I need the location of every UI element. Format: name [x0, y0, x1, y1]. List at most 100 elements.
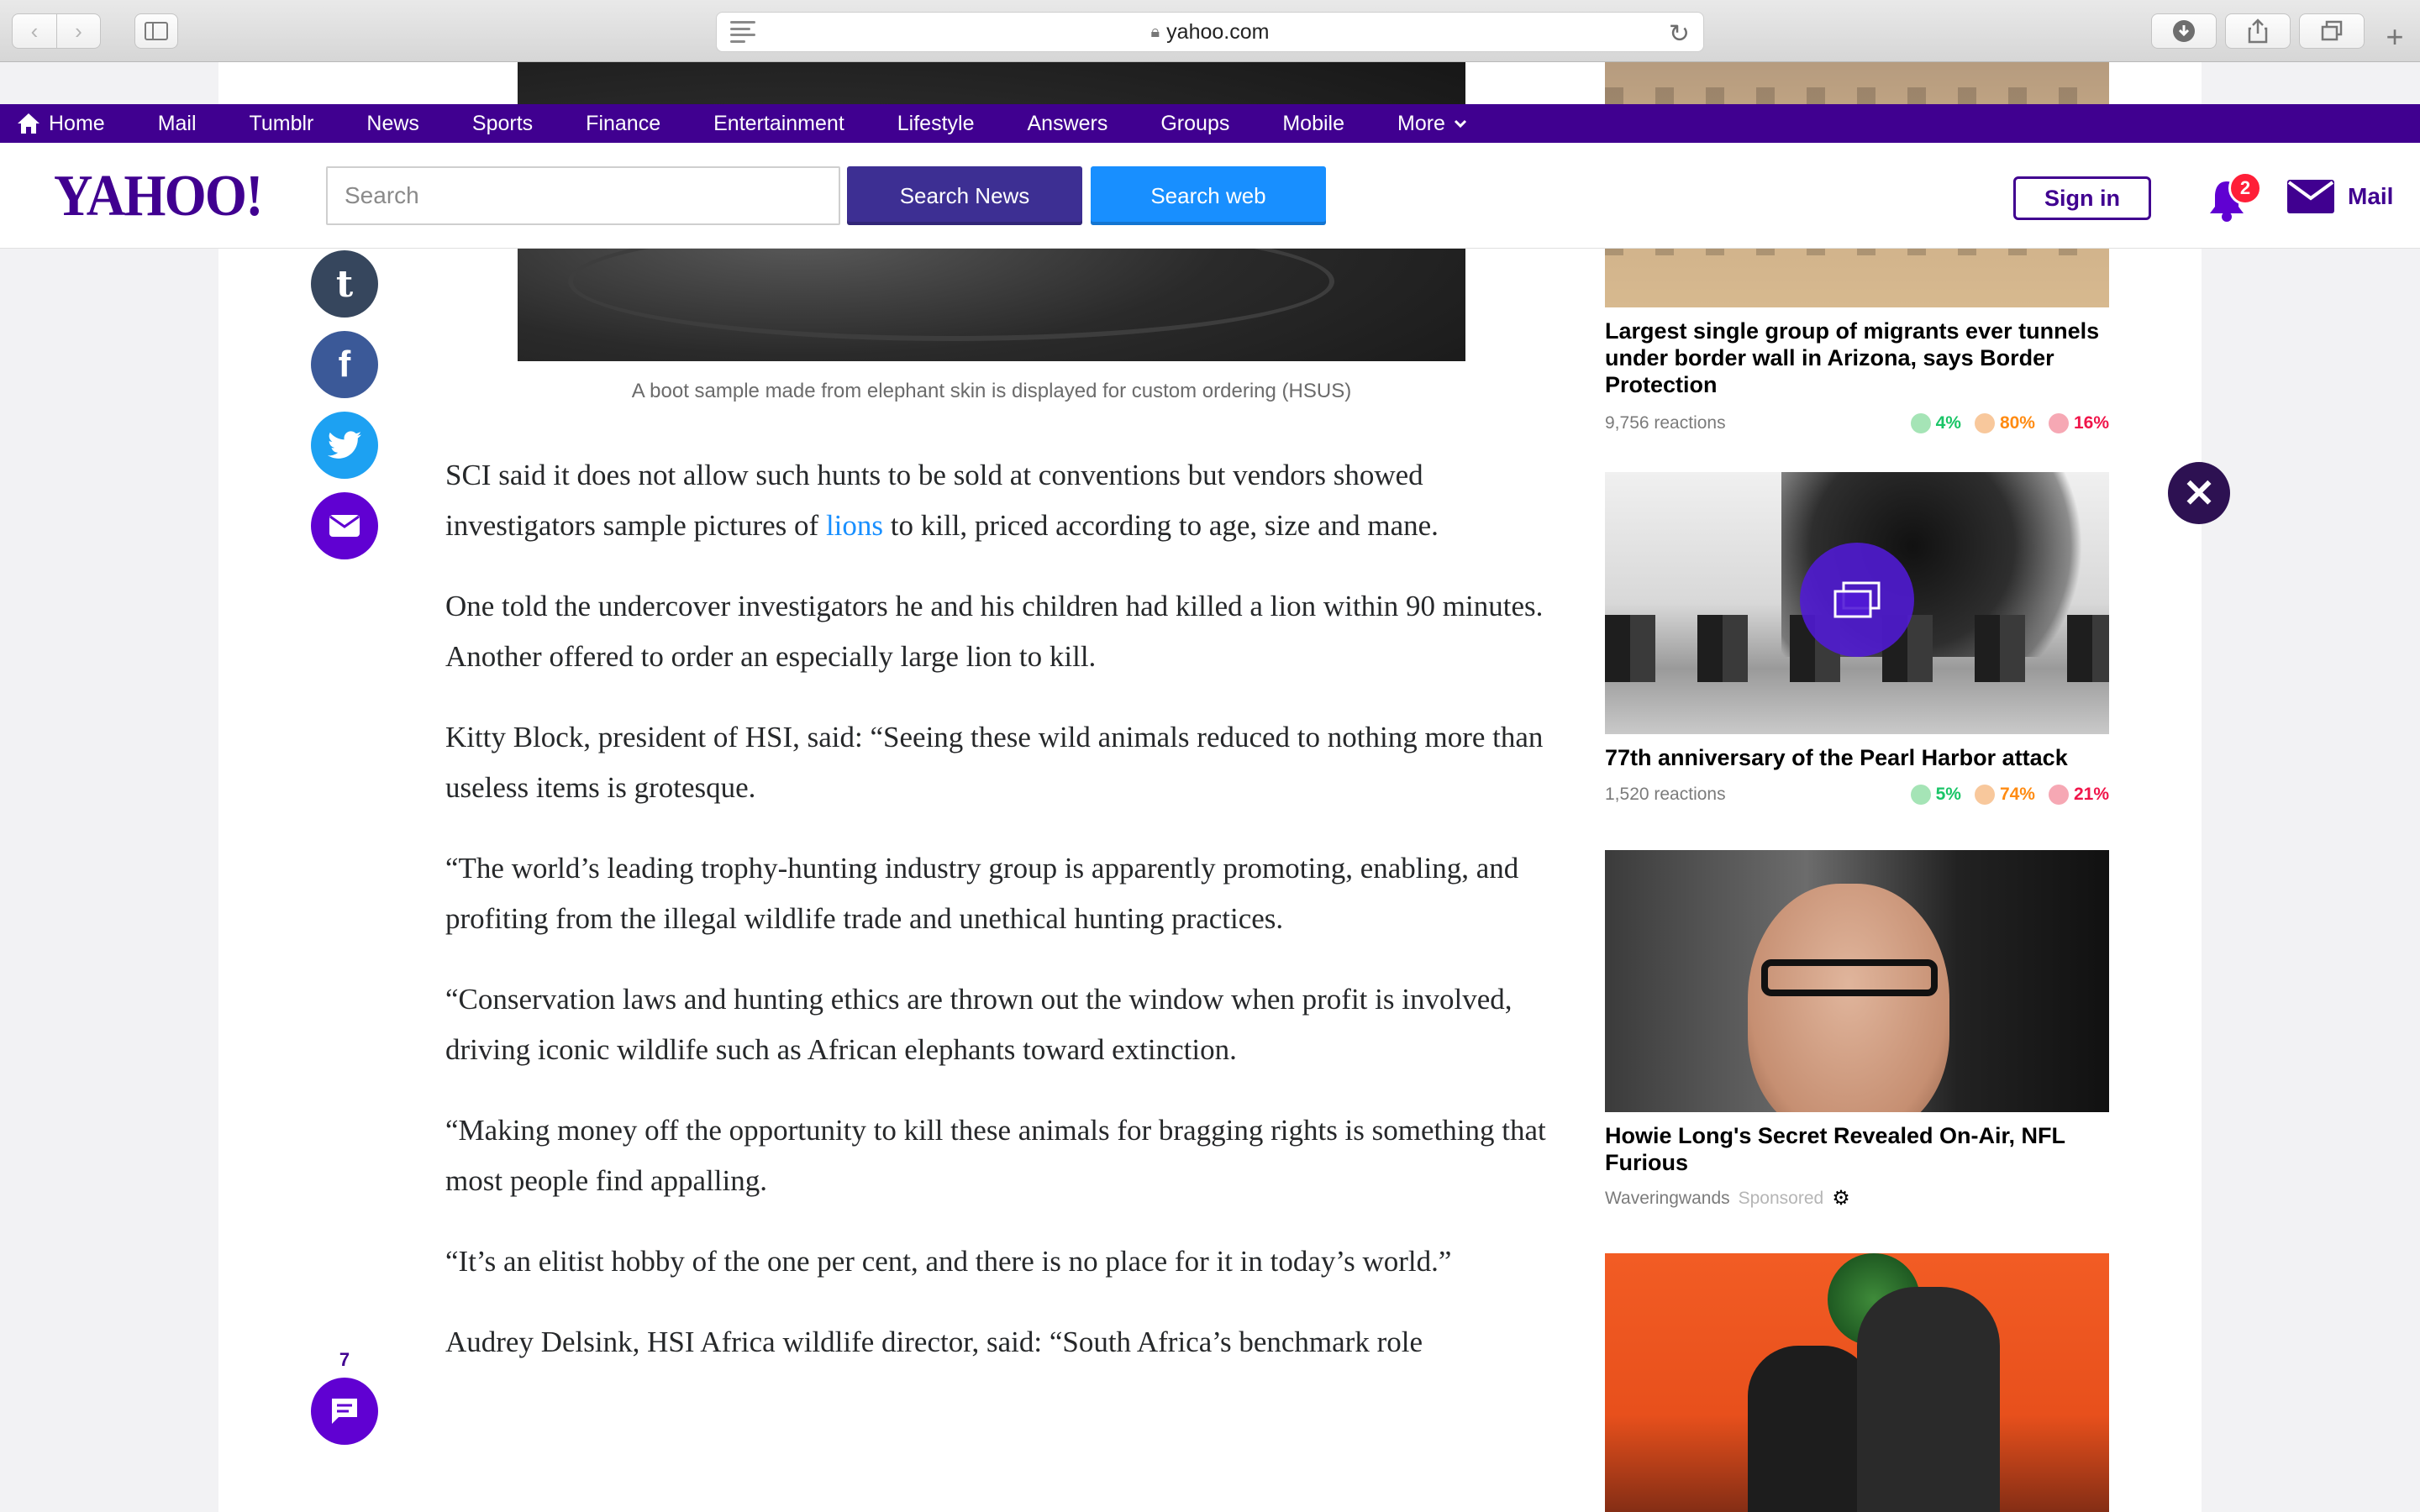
story-title[interactable]: 77th anniversary of the Pearl Harbor att… [1605, 744, 2109, 771]
back-button[interactable]: ‹ [13, 14, 56, 48]
share-facebook-button[interactable]: f [311, 331, 378, 398]
story-title[interactable]: Largest single group of migrants ever tu… [1605, 318, 2109, 398]
sidebar-icon [145, 22, 168, 40]
image-caption: A boot sample made from elephant skin is… [631, 380, 1352, 402]
article-paragraph: SCI said it does not allow such hunts to… [445, 459, 1439, 542]
mail-icon [2287, 180, 2334, 213]
home-icon [18, 113, 39, 134]
reaction-bar: 5% 74% 21% [1910, 785, 2109, 805]
article-paragraph: One told the undercover investigators he… [445, 590, 1544, 673]
yahoo-logo[interactable]: YAHOO! [54, 163, 264, 230]
reader-view-icon[interactable] [730, 21, 755, 43]
nav-tumblr[interactable]: Tumblr [250, 112, 314, 136]
lions-link[interactable]: lions [826, 509, 883, 542]
pearl-harbor-story-image[interactable] [1605, 472, 2109, 734]
search-news-button[interactable]: Search News [847, 166, 1082, 225]
back-icon: ‹ [30, 18, 39, 44]
mail-link[interactable]: Mail [2287, 180, 2393, 213]
tumblr-icon: t [335, 262, 354, 306]
forward-icon: › [75, 18, 82, 44]
reaction-count: 1,520 reactions [1605, 785, 1726, 804]
article-paragraph: “The world’s leading trophy-hunting indu… [445, 852, 1519, 935]
nav-more[interactable]: More [1397, 112, 1467, 136]
nav-mobile[interactable]: Mobile [1282, 112, 1344, 136]
nav-entertainment[interactable]: Entertainment [713, 112, 844, 136]
sad-percent: 16% [2073, 413, 2109, 433]
comment-icon [332, 1399, 357, 1424]
share-icon [2248, 18, 2268, 44]
happy-face-icon [1910, 785, 1931, 805]
sponsored-meta: Waveringwands Sponsored ⚙︎ [1605, 1186, 1850, 1210]
comment-count: 7 [339, 1349, 350, 1370]
yahoo-top-nav: Home Mail Tumblr News Sports Finance Ent… [0, 104, 2420, 143]
reaction-bar: 4% 80% 16% [1910, 413, 2109, 433]
story-meta: 1,520 reactions 5% 74% 21% [1605, 785, 2109, 805]
meh-face-icon [1974, 413, 1995, 433]
ad-source[interactable]: Waveringwands [1605, 1189, 1730, 1209]
share-twitter-button[interactable] [311, 412, 378, 479]
notifications-button[interactable]: 2 [2202, 171, 2262, 225]
sad-face-icon [2048, 413, 2069, 433]
sidebar-toggle-button[interactable] [134, 13, 178, 49]
restaurant-story-image[interactable] [1605, 1253, 2109, 1512]
sponsored-label: Sponsored [1738, 1188, 1824, 1208]
history-nav-group: ‹ › [12, 13, 101, 49]
gallery-icon [1800, 543, 1914, 657]
email-icon [329, 515, 360, 537]
sad-percent: 21% [2073, 785, 2109, 804]
nav-home[interactable]: Home [17, 112, 105, 136]
share-email-button[interactable] [311, 492, 378, 559]
happy-face-icon [1910, 413, 1931, 433]
yahoo-header: YAHOO! Search News Search web Sign in 2 … [0, 143, 2420, 249]
happy-percent: 4% [1935, 413, 1961, 433]
chevron-down-icon [1454, 119, 1467, 129]
share-button[interactable] [2225, 13, 2291, 49]
article-paragraph: “Conservation laws and hunting ethics ar… [445, 983, 1512, 1066]
downloads-button[interactable] [2151, 13, 2217, 49]
howie-long-ad-image[interactable] [1605, 850, 2109, 1112]
adchoices-icon[interactable]: ⚙︎ [1832, 1186, 1850, 1210]
happy-percent: 5% [1935, 785, 1961, 804]
reload-icon[interactable]: ↻ [1669, 19, 1690, 49]
nav-groups[interactable]: Groups [1160, 112, 1229, 136]
nav-finance[interactable]: Finance [586, 112, 660, 136]
url-text: yahoo.com [1166, 19, 1270, 44]
address-bar[interactable]: 🔒︎ yahoo.com ↻ [716, 12, 1704, 52]
search-input[interactable] [326, 166, 840, 225]
plus-icon: + [2386, 19, 2404, 54]
article-paragraph: Kitty Block, president of HSI, said: “Se… [445, 721, 1544, 804]
article-paragraph: Audrey Delsink, HSI Africa wildlife dire… [445, 1326, 1423, 1358]
twitter-icon [328, 431, 361, 459]
story-meta: 9,756 reactions 4% 80% 16% [1605, 413, 2109, 433]
sad-face-icon [2048, 785, 2069, 805]
tabs-icon [2321, 20, 2343, 41]
close-icon: ✕ [2182, 471, 2216, 515]
nav-sports[interactable]: Sports [472, 112, 533, 136]
notification-badge: 2 [2228, 171, 2262, 205]
meh-percent: 74% [1999, 785, 2035, 804]
story-title[interactable]: Howie Long's Secret Revealed On-Air, NFL… [1605, 1122, 2109, 1176]
reaction-count: 9,756 reactions [1605, 413, 1726, 433]
nav-answers[interactable]: Answers [1027, 112, 1107, 136]
close-button[interactable]: ✕ [2168, 462, 2230, 524]
sign-in-button[interactable]: Sign in [2013, 176, 2151, 220]
comments-button[interactable] [311, 1378, 378, 1445]
meh-face-icon [1974, 785, 1995, 805]
article-paragraph: “It’s an elitist hobby of the one per ce… [445, 1245, 1452, 1278]
download-icon [2173, 20, 2195, 42]
forward-button[interactable]: › [56, 14, 100, 48]
nav-news[interactable]: News [366, 112, 419, 136]
tab-overview-button[interactable] [2299, 13, 2365, 49]
article-paragraph: “Making money off the opportunity to kil… [445, 1114, 1546, 1197]
article-page: A boot sample made from elephant skin is… [218, 62, 2202, 1512]
nav-mail[interactable]: Mail [158, 112, 197, 136]
lock-icon: 🔒︎ [1150, 22, 1160, 41]
nav-lifestyle[interactable]: Lifestyle [897, 112, 975, 136]
search-web-button[interactable]: Search web [1091, 166, 1326, 225]
share-tumblr-button[interactable]: t [311, 250, 378, 318]
meh-percent: 80% [1999, 413, 2035, 433]
new-tab-button[interactable]: + [2378, 19, 2412, 54]
facebook-icon: f [338, 344, 351, 385]
article-body: SCI said it does not allow such hunts to… [445, 450, 1548, 1398]
browser-toolbar: ‹ › 🔒︎ yahoo.com ↻ + [0, 0, 2420, 62]
